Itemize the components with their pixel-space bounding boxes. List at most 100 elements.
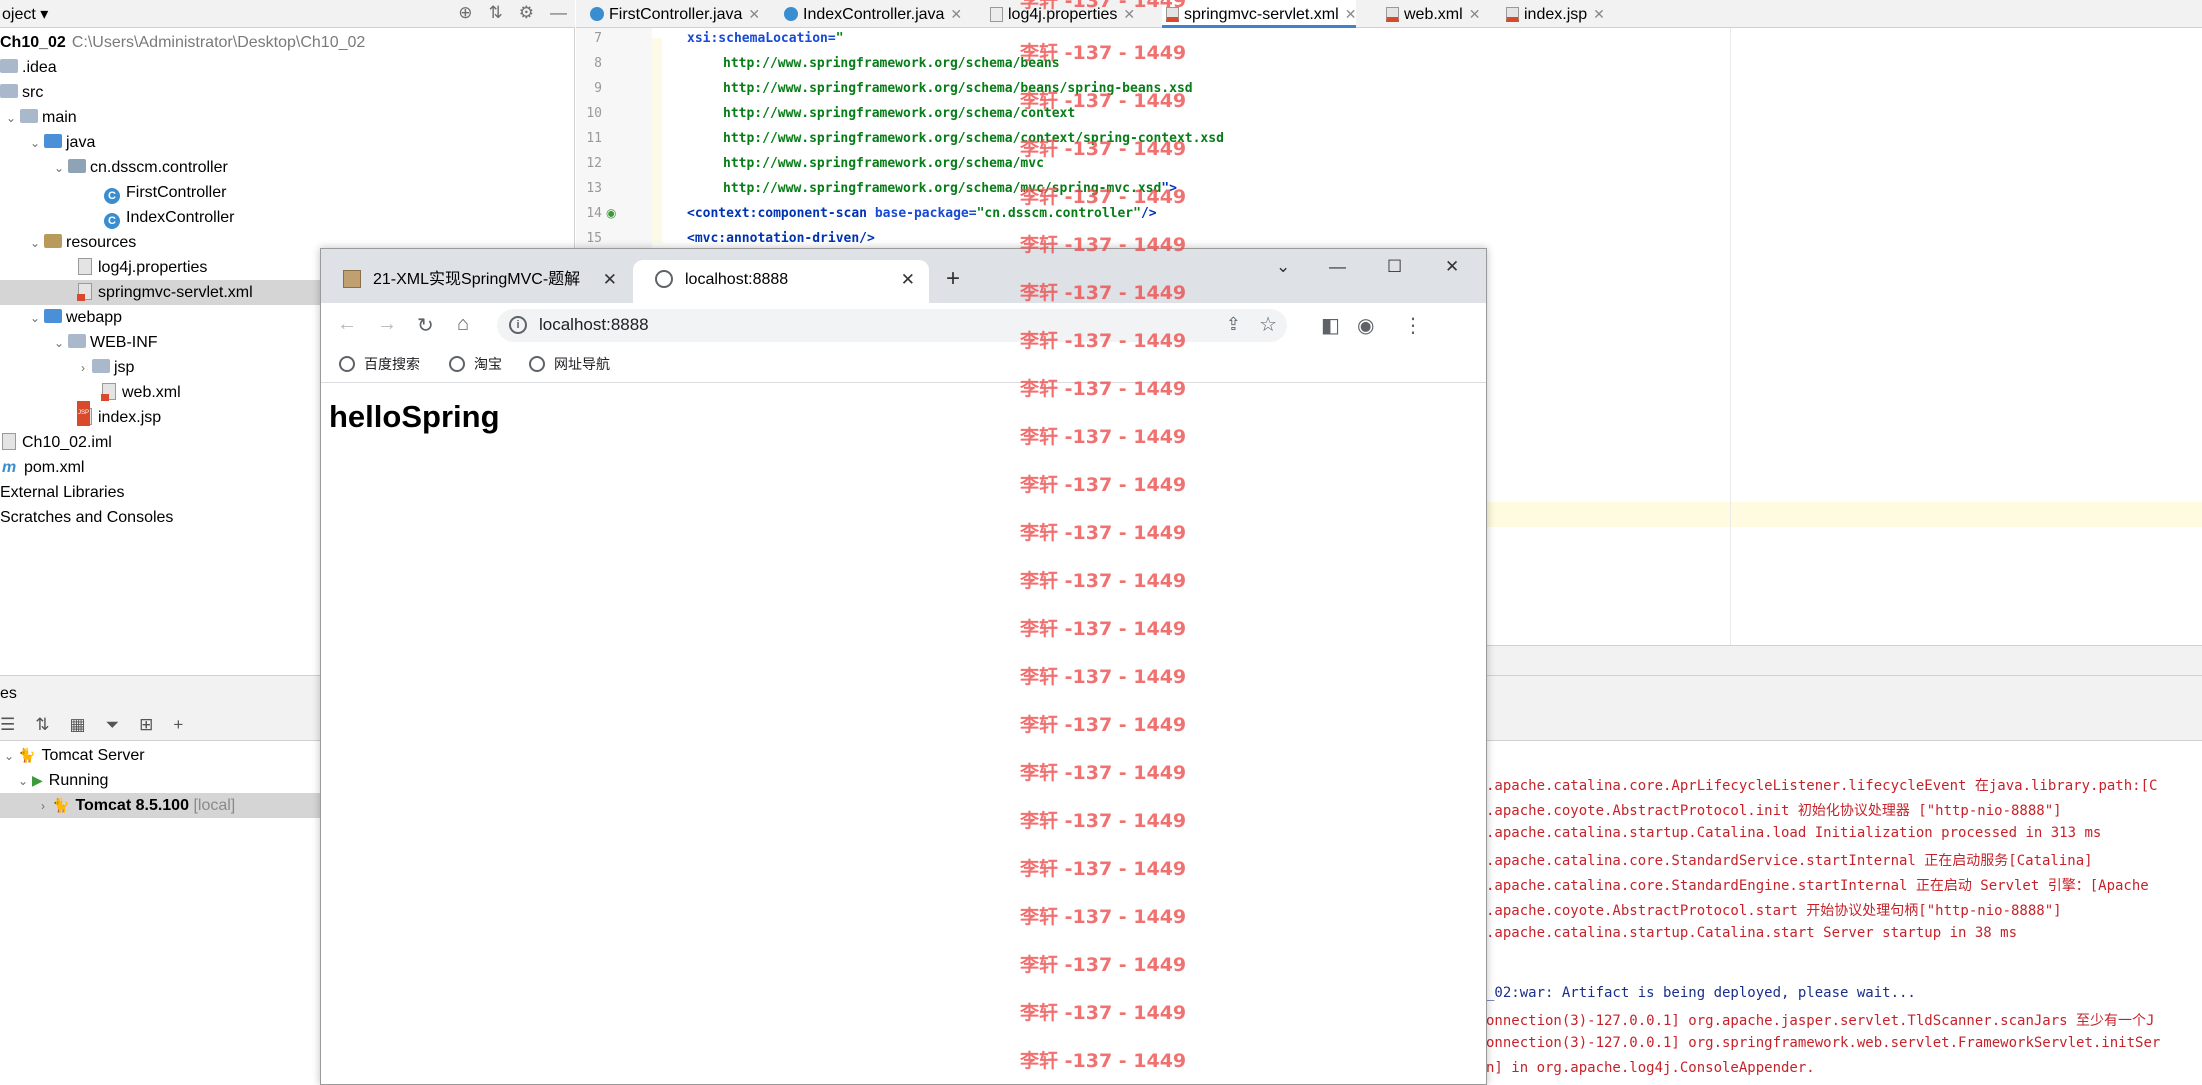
tree-item-pom[interactable]: m pom.xml xyxy=(2,455,84,480)
chevron-down-icon[interactable]: ⌄ xyxy=(50,331,68,356)
bean-gutter-icon[interactable]: ◉ xyxy=(606,206,616,220)
close-window-button[interactable]: ✕ xyxy=(1445,257,1459,277)
tree-item-external-libraries[interactable]: External Libraries xyxy=(0,480,125,505)
tree-item-webapp[interactable]: ⌄ webapp xyxy=(26,305,122,330)
tab-label: web.xml xyxy=(1404,6,1463,23)
log-line: .apache.catalina.startup.Catalina.load I… xyxy=(1486,825,2102,841)
editor-tab-springmvc-servlet[interactable]: springmvc-servlet.xml ✕ xyxy=(1162,0,1357,28)
close-icon[interactable]: ✕ xyxy=(1593,6,1605,22)
tree-item-log4j[interactable]: log4j.properties xyxy=(78,255,207,280)
bookmark-star-icon[interactable]: ☆ xyxy=(1259,312,1277,337)
tree-item-label: pom.xml xyxy=(24,459,85,476)
editor-tab-bar: FirstController.java ✕ IndexController.ja… xyxy=(576,0,2202,28)
menu-icon[interactable]: ⋮ xyxy=(1403,313,1423,338)
chevron-down-icon[interactable]: ⌄ xyxy=(26,131,44,156)
chevron-down-icon[interactable]: ⌄ xyxy=(2,106,20,131)
tree-item-label: springmvc-servlet.xml xyxy=(98,284,253,301)
address-bar-url[interactable]: localhost:8888 xyxy=(539,315,649,335)
back-button[interactable]: ← xyxy=(337,313,357,336)
image-favicon-icon xyxy=(343,270,361,288)
collapse-all-icon[interactable]: ⇅ xyxy=(489,3,503,23)
close-icon[interactable]: ✕ xyxy=(1345,6,1357,22)
minimize-panel-icon[interactable]: — xyxy=(550,3,567,23)
close-icon[interactable]: ✕ xyxy=(1469,6,1481,22)
chevron-down-icon[interactable]: ⌄ xyxy=(14,769,32,794)
bookmark-baidu[interactable]: 百度搜索 xyxy=(339,354,420,374)
profile-avatar[interactable]: ◉ xyxy=(1357,313,1374,338)
tree-item-jsp[interactable]: › jsp xyxy=(74,355,134,380)
tree-item-iml[interactable]: Ch10_02.iml xyxy=(2,430,112,455)
project-header-icons: ⊕ ⇅ ⚙ — xyxy=(458,3,567,23)
project-panel-title[interactable]: oject ▾ xyxy=(2,4,48,24)
collapse-all-icon[interactable]: ⇅ xyxy=(35,715,49,735)
log-line: .apache.catalina.core.AprLifecycleListen… xyxy=(1486,778,2158,794)
tree-item-web-xml[interactable]: web.xml xyxy=(101,380,181,405)
side-panel-icon[interactable]: ◧ xyxy=(1321,313,1340,338)
maximize-window-button[interactable]: ☐ xyxy=(1387,257,1402,277)
add-icon[interactable]: + xyxy=(173,715,183,735)
editor-tab-web-xml[interactable]: web.xml ✕ xyxy=(1382,0,1480,28)
minimize-window-button[interactable]: — xyxy=(1329,257,1346,277)
tree-item-src[interactable]: src xyxy=(0,80,43,105)
new-service-icon[interactable]: ⊞ xyxy=(139,715,153,735)
new-tab-button[interactable]: + xyxy=(946,265,960,293)
gear-icon[interactable]: ⚙ xyxy=(519,3,534,23)
chevron-right-icon[interactable]: › xyxy=(74,356,92,381)
tree-item-indexcontroller[interactable]: C IndexController xyxy=(104,205,235,230)
xml-file-icon xyxy=(1166,7,1179,22)
tree-item-main[interactable]: ⌄ main xyxy=(2,105,77,130)
tree-item-package[interactable]: ⌄ cn.dsscm.controller xyxy=(50,155,228,180)
bookmark-taobao[interactable]: 淘宝 xyxy=(449,354,502,374)
tab-search-icon[interactable]: ⌄ xyxy=(1276,257,1290,277)
bookmark-nav[interactable]: 网址导航 xyxy=(529,354,610,374)
tree-item-web-inf[interactable]: ⌄ WEB-INF xyxy=(50,330,158,355)
address-bar[interactable]: i localhost:8888 ⇪ ☆ xyxy=(497,309,1287,342)
line-number: 14 xyxy=(586,206,602,221)
editor-tab-log4j[interactable]: log4j.properties ✕ xyxy=(986,0,1135,28)
filter-icon[interactable]: ⏷ xyxy=(106,715,120,735)
tree-item-label: FirstController xyxy=(126,184,227,201)
xml-file-icon xyxy=(101,383,116,401)
close-icon[interactable]: ✕ xyxy=(1123,6,1135,22)
code-line-10: http://www.springframework.org/schema/co… xyxy=(723,106,1076,121)
editor-tab-firstcontroller[interactable]: FirstController.java ✕ xyxy=(586,0,760,28)
group-icon[interactable]: ▦ xyxy=(70,715,86,735)
browser-tab-xml-springmvc[interactable]: 21-XML实现SpringMVC-题解 ✕ xyxy=(321,260,631,303)
expand-all-icon[interactable]: ☰ xyxy=(0,715,15,735)
run-console[interactable]: .apache.catalina.core.AprLifecycleListen… xyxy=(1486,741,2202,1085)
chevron-down-icon[interactable]: ⌄ xyxy=(50,156,68,181)
tree-item-scratches[interactable]: Scratches and Consoles xyxy=(0,505,173,530)
reload-button[interactable]: ↻ xyxy=(417,313,434,338)
service-tomcat-instance[interactable]: › 🐈 Tomcat 8.5.100 [local] xyxy=(0,793,320,818)
tree-item-index-jsp[interactable]: index.jsp xyxy=(77,401,161,430)
tree-item-java[interactable]: ⌄ java xyxy=(26,130,95,155)
tree-item-label: java xyxy=(66,134,96,151)
chevron-down-icon[interactable]: ⌄ xyxy=(26,306,44,331)
tree-item-resources[interactable]: ⌄ resources xyxy=(26,230,136,255)
forward-button[interactable]: → xyxy=(377,313,397,336)
log-line: .apache.catalina.core.StandardEngine.sta… xyxy=(1486,878,2149,894)
services-panel-title[interactable]: es xyxy=(0,685,17,703)
globe-icon xyxy=(339,356,355,372)
locate-icon[interactable]: ⊕ xyxy=(458,3,472,23)
editor-tab-indexcontroller[interactable]: IndexController.java ✕ xyxy=(780,0,962,28)
chevron-down-icon[interactable]: ⌄ xyxy=(26,231,44,256)
site-info-icon[interactable]: i xyxy=(509,316,527,334)
maven-icon: m xyxy=(2,459,17,476)
close-icon[interactable]: ✕ xyxy=(603,260,617,300)
service-running-group[interactable]: ⌄ ▶ Running xyxy=(14,768,108,793)
close-icon[interactable]: ✕ xyxy=(748,6,760,22)
close-icon[interactable]: ✕ xyxy=(950,6,962,22)
share-icon[interactable]: ⇪ xyxy=(1226,314,1241,335)
home-button[interactable]: ⌂ xyxy=(457,313,469,336)
tree-item-project-root[interactable]: Ch10_02 C:\Users\Administrator\Desktop\Ch… xyxy=(0,30,365,55)
service-tomcat-server[interactable]: ⌄ 🐈 Tomcat Server xyxy=(0,743,145,768)
log-line: n] in org.apache.log4j.ConsoleAppender. xyxy=(1486,1060,1815,1076)
tree-item-idea[interactable]: .idea xyxy=(0,55,57,80)
browser-tab-localhost[interactable]: localhost:8888 ✕ xyxy=(633,260,929,303)
close-icon[interactable]: ✕ xyxy=(901,260,915,300)
editor-tab-index-jsp[interactable]: index.jsp ✕ xyxy=(1502,0,1605,28)
chevron-right-icon[interactable]: › xyxy=(34,794,52,819)
chevron-down-icon[interactable]: ⌄ xyxy=(0,744,18,769)
tree-item-firstcontroller[interactable]: C FirstController xyxy=(104,180,226,205)
